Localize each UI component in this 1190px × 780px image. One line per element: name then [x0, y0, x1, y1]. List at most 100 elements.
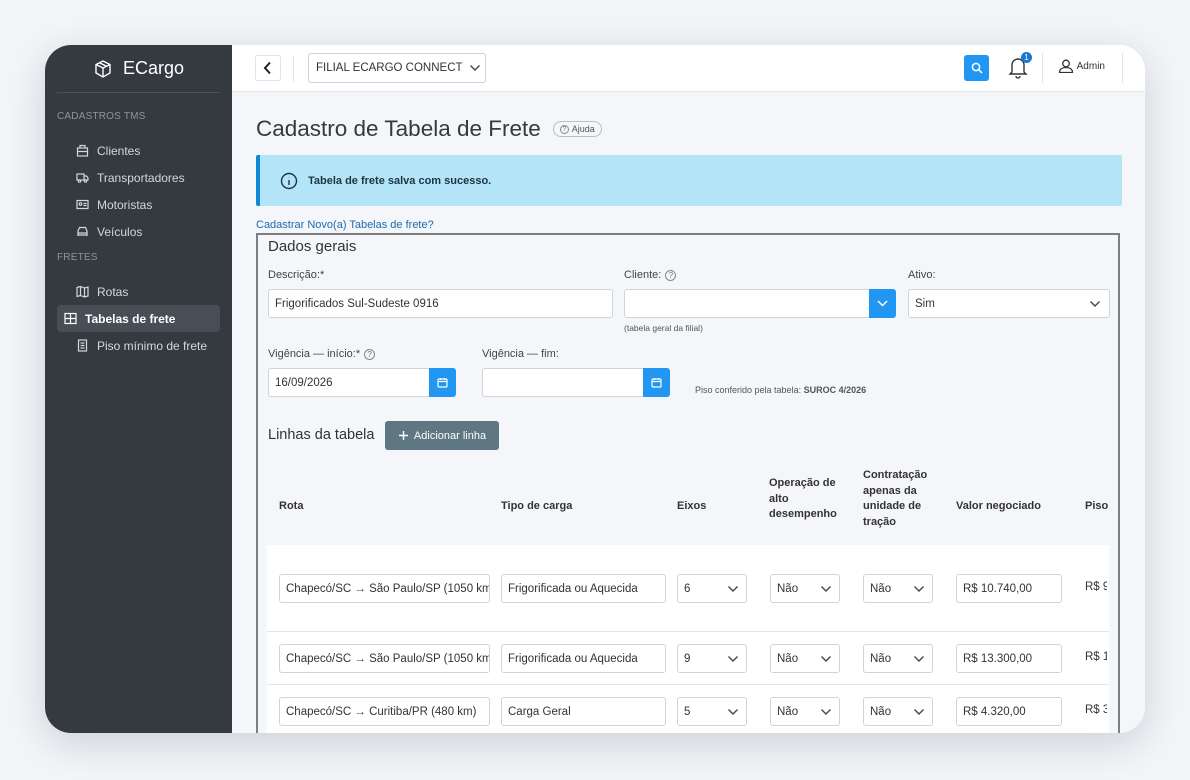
row-valor-input[interactable]: R$ 10.740,00 [956, 574, 1062, 603]
row-valor-input[interactable]: R$ 13.300,00 [956, 644, 1062, 673]
sidebar-item-transportadores[interactable]: Transportadores [57, 164, 220, 191]
brand[interactable]: ECargo [57, 45, 220, 93]
row-piso: R$ 1 [1085, 651, 1107, 663]
vigencia-inicio-calendar-button[interactable] [429, 368, 456, 397]
sidebar-item-rotas[interactable]: Rotas [57, 278, 220, 305]
sidebar-item-tabelas-de-frete[interactable]: Tabelas de frete [57, 305, 220, 332]
col-contratacao-line: tração [863, 515, 897, 528]
help-label: Ajuda [571, 124, 595, 134]
sidebar-item-label: Piso mínimo de frete [97, 338, 208, 353]
row-piso: R$ 9 [1085, 581, 1107, 593]
table-icon [64, 312, 77, 325]
ativo-value: Sim [915, 297, 935, 310]
row-contratacao-value: Não [870, 652, 892, 665]
row-contratacao-value: Não [870, 582, 892, 595]
divider [1042, 53, 1043, 83]
chevron-down-icon [469, 64, 481, 72]
user-menu[interactable]: Admin [1058, 59, 1105, 73]
success-alert: Tabela de frete salva com sucesso. [256, 155, 1122, 206]
row-valor-input[interactable]: R$ 4.320,00 [956, 697, 1062, 726]
question-icon[interactable]: ? [364, 348, 376, 360]
row-tipo[interactable]: Carga Geral [501, 697, 666, 726]
row-contratacao-value: Não [870, 705, 892, 718]
filial-select[interactable]: FILIAL ECARGO CONNECT [308, 53, 486, 83]
col-operacao: Operação de alto desempenho [769, 476, 837, 523]
piso-note: Piso conferido pela tabela: SUROC 4/2026 [695, 385, 866, 395]
row-contratacao-select[interactable]: Não [863, 574, 933, 603]
row-tipo[interactable]: Frigorificada ou Aquecida [501, 644, 666, 673]
add-line-label: Adicionar linha [413, 429, 487, 442]
page-title-text: Cadastro de Tabela de Frete [256, 116, 541, 141]
row-eixos-select[interactable]: 9 [677, 644, 747, 673]
chevron-down-icon [820, 585, 832, 593]
piso-note-value: SUROC 4/2026 [803, 385, 867, 395]
map-icon [76, 285, 89, 298]
chevron-down-icon [727, 585, 739, 593]
col-rota: Rota [279, 500, 304, 512]
app-window: ECargo CADASTROS TMS Clientes Transporta… [45, 45, 1145, 733]
box-logo-icon [93, 59, 113, 79]
question-icon: ? [559, 124, 569, 134]
search-button[interactable] [964, 55, 989, 81]
row-eixos-value: 9 [684, 652, 691, 665]
sidebar-section-cadastros: CADASTROS TMS [57, 111, 146, 122]
question-icon[interactable]: ? [665, 269, 677, 281]
row-eixos-select[interactable]: 6 [677, 574, 747, 603]
sidebar-item-veiculos[interactable]: Veículos [57, 218, 220, 245]
row-operacao-value: Não [777, 705, 799, 718]
col-operacao-line: desempenho [769, 508, 837, 520]
ativo-label: Ativo: [908, 269, 936, 281]
vigencia-fim-input[interactable] [482, 368, 644, 397]
descricao-input[interactable]: Frigorificados Sul-Sudeste 0916 [268, 289, 613, 318]
vigencia-fim-calendar-button[interactable] [643, 368, 670, 397]
cliente-input[interactable] [624, 289, 870, 318]
sidebar-item-label: Rotas [97, 284, 129, 299]
row-operacao-select[interactable]: Não [770, 644, 840, 673]
vigencia-inicio-label-text: Vigência — início:* [268, 348, 361, 360]
building-icon [76, 144, 89, 157]
row-operacao-value: Não [777, 652, 799, 665]
calendar-icon [651, 377, 662, 388]
vigencia-fim-label: Vigência — fim: [482, 348, 559, 360]
add-line-button[interactable]: Adicionar linha [385, 421, 499, 450]
cliente-label-text: Cliente: [624, 269, 662, 281]
chevron-down-icon [913, 585, 925, 593]
ativo-select[interactable]: Sim [908, 289, 1110, 318]
user-icon [1058, 59, 1074, 73]
col-tipo: Tipo de carga [501, 500, 573, 512]
col-contratacao-line: apenas da [863, 484, 917, 497]
row-rota[interactable]: Chapecó/SC → São Paulo/SP (1050 km) [279, 644, 490, 673]
row-operacao-select[interactable]: Não [770, 697, 840, 726]
alert-message: Tabela de frete salva com sucesso. [308, 174, 492, 187]
row-piso: R$ 3 [1085, 704, 1107, 716]
sidebar-item-motoristas[interactable]: Motoristas [57, 191, 220, 218]
piso-note-prefix: Piso conferido pela tabela: [695, 385, 804, 395]
sidebar-item-clientes[interactable]: Clientes [57, 137, 220, 164]
col-operacao-line: alto [769, 492, 789, 505]
sidebar-item-piso-minimo[interactable]: Piso mínimo de frete [57, 332, 220, 359]
row-tipo[interactable]: Frigorificada ou Aquecida [501, 574, 666, 603]
sidebar-item-label: Tabelas de frete [85, 311, 176, 326]
topbar: FILIAL ECARGO CONNECT 1 Admin [232, 45, 1145, 92]
cliente-dropdown-button[interactable] [869, 289, 896, 318]
sidebar-section-fretes: FRETES [57, 252, 98, 263]
row-contratacao-select[interactable]: Não [863, 697, 933, 726]
back-button[interactable] [255, 55, 281, 81]
filial-value: FILIAL ECARGO CONNECT [316, 62, 463, 74]
row-contratacao-select[interactable]: Não [863, 644, 933, 673]
vigencia-fim-label-text: Vigência — fim: [482, 348, 559, 360]
id-card-icon [76, 198, 89, 211]
document-icon [76, 339, 89, 352]
info-icon [280, 172, 298, 190]
row-eixos-select[interactable]: 5 [677, 697, 747, 726]
row-eixos-value: 5 [684, 705, 691, 718]
row-operacao-select[interactable]: Não [770, 574, 840, 603]
vigencia-inicio-input[interactable]: 16/09/2026 [268, 368, 430, 397]
row-rota[interactable]: Chapecó/SC → Curitiba/PR (480 km) [279, 697, 490, 726]
new-record-link[interactable]: Cadastrar Novo(a) Tabelas de frete? [256, 219, 434, 231]
help-button[interactable]: ? Ajuda [552, 121, 602, 137]
notifications-button[interactable]: 1 [1007, 52, 1032, 81]
row-rota[interactable]: Chapecó/SC → São Paulo/SP (1050 km) [279, 574, 490, 603]
descricao-label-text: Descrição:* [268, 269, 325, 281]
car-icon [76, 225, 89, 238]
